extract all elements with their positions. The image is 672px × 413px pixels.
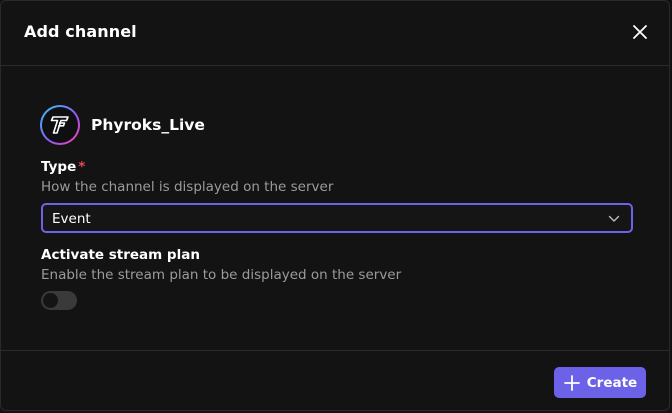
stream-plan-help-text: Enable the stream plan to be displayed o… bbox=[41, 267, 402, 283]
close-button[interactable] bbox=[631, 23, 649, 41]
add-channel-dialog: Add channel Phyroks_Live Type * How the c… bbox=[0, 0, 670, 411]
channel-row: Phyroks_Live bbox=[40, 105, 205, 145]
channel-avatar bbox=[40, 105, 80, 145]
plus-icon bbox=[563, 374, 580, 391]
type-select[interactable]: Event bbox=[41, 203, 633, 233]
stream-plan-label: Activate stream plan bbox=[41, 247, 200, 263]
chevron-down-icon bbox=[608, 215, 620, 222]
required-marker: * bbox=[78, 159, 86, 175]
type-label-text: Type bbox=[41, 159, 77, 175]
stream-plan-toggle[interactable] bbox=[41, 291, 77, 310]
type-help-text: How the channel is displayed on the serv… bbox=[41, 179, 334, 195]
close-icon bbox=[633, 25, 647, 39]
toggle-knob bbox=[43, 293, 58, 308]
type-label: Type * bbox=[41, 159, 85, 175]
dialog-title: Add channel bbox=[24, 22, 137, 41]
create-button-label: Create bbox=[586, 374, 638, 391]
type-select-value: Event bbox=[52, 211, 91, 227]
dialog-header: Add channel bbox=[1, 1, 669, 66]
channel-name: Phyroks_Live bbox=[91, 116, 205, 134]
create-button[interactable]: Create bbox=[554, 367, 646, 398]
channel-logo-icon bbox=[50, 116, 69, 134]
